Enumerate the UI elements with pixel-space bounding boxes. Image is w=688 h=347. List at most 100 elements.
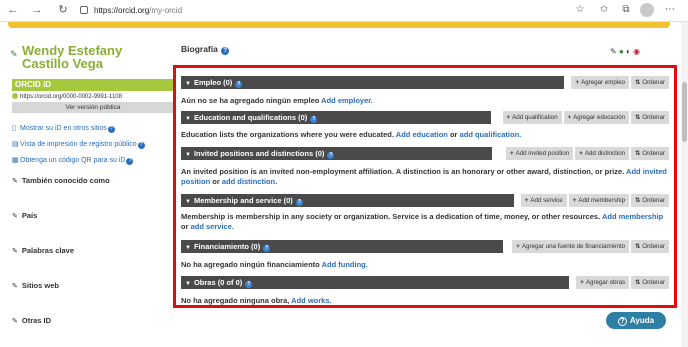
user-name: Wendy Estefany Castillo Vega — [22, 44, 182, 70]
add-membership-link[interactable]: Add membership — [602, 212, 663, 221]
device-icon: ▯ — [12, 125, 16, 132]
visibility-limited-icon[interactable]: ◐ — [626, 47, 631, 56]
help-icon[interactable]: ? — [107, 126, 115, 133]
qr-code-link[interactable]: ▦Obtenga un código QR para su iD? — [12, 156, 174, 165]
forward-arrow-icon[interactable]: → — [30, 3, 44, 17]
print-icon: ▤ — [12, 141, 19, 148]
help-icon[interactable]: ? — [126, 158, 134, 165]
section-title: Education and qualifications (0) — [193, 113, 308, 122]
add-qualification-button[interactable]: + Add qualification — [502, 111, 562, 124]
sidebar-section-websites[interactable]: ✎ Sitios web — [12, 281, 174, 290]
url-path: /my-orcid — [149, 6, 183, 15]
section-label: Sitios web — [21, 281, 59, 290]
add-employer-link[interactable]: Add employer. — [321, 96, 373, 105]
add-education-link[interactable]: Add education — [396, 130, 448, 139]
sort-button[interactable]: ⇅ Ordenar — [631, 111, 669, 124]
back-arrow-icon[interactable]: ← — [6, 3, 20, 17]
section-actions: + Add invited position + Add distinction ⇅… — [504, 147, 669, 160]
caret-down-icon[interactable]: ▼ — [185, 196, 191, 209]
orcid-id-header: ORCID iD — [12, 79, 174, 91]
section-label: También conocido como — [21, 176, 110, 185]
edit-pencil-icon[interactable]: ✎ — [610, 47, 617, 56]
caret-down-icon[interactable]: ▼ — [185, 113, 191, 126]
show-id-other-sites-link[interactable]: ▯ Mostrar su iD en otros sitios? — [12, 124, 174, 133]
question-icon: ? — [617, 317, 627, 326]
pencil-icon[interactable]: ✎ — [12, 283, 18, 290]
help-icon[interactable]: ? — [263, 245, 271, 252]
sort-icon: ⇅ — [635, 279, 641, 286]
section-description: No ha agregado ninguna obra, Add works. — [181, 296, 669, 306]
pencil-icon[interactable]: ✎ — [12, 178, 18, 185]
scrollbar-thumb[interactable] — [682, 82, 687, 142]
print-view-link[interactable]: ▤Vista de impresión de registro público? — [12, 140, 174, 149]
reload-icon[interactable]: ↻ — [56, 3, 70, 17]
bio-title-text: Biografía — [181, 44, 218, 54]
add-service-button[interactable]: + Add service — [520, 194, 567, 207]
add-employment-button[interactable]: + Agregar empleo — [571, 76, 630, 89]
caret-down-icon[interactable]: ▼ — [185, 78, 191, 91]
action-label: Ordenar — [642, 197, 665, 204]
help-icon[interactable]: ? — [235, 81, 243, 88]
add-membership-button[interactable]: + Add membership — [568, 194, 630, 207]
section-title: Membership and service (0) — [193, 196, 293, 205]
caret-down-icon[interactable]: ▼ — [185, 149, 191, 162]
help-icon[interactable]: ? — [310, 116, 318, 123]
more-menu-icon[interactable]: ⋯ — [664, 4, 676, 16]
star-icon[interactable]: ☆ — [574, 4, 586, 16]
help-icon[interactable]: ? — [295, 199, 303, 206]
visibility-public-icon[interactable]: ● — [619, 47, 624, 56]
scrollbar[interactable] — [681, 22, 688, 347]
desc-text: No ha agregado ninguna obra, — [181, 296, 290, 305]
collections-icon[interactable]: ⧉ — [620, 4, 632, 16]
orcid-url[interactable]: https://orcid.org/0000-0002-9991-1108 — [12, 93, 174, 100]
sort-button[interactable]: ⇅ Ordenar — [631, 76, 669, 89]
sort-button[interactable]: ⇅ Ordenar — [631, 276, 669, 289]
section-header[interactable]: ▼ Financiamiento (0) ? — [181, 240, 503, 253]
section-header[interactable]: ▼ Obras (0 of 0) ? — [181, 276, 569, 289]
help-icon[interactable]: ? — [137, 142, 145, 149]
action-label: Add distinction — [584, 150, 626, 157]
pencil-icon[interactable]: ✎ — [12, 213, 18, 220]
edit-name-pencil-icon[interactable]: ✎ — [10, 49, 18, 60]
add-funding-link[interactable]: Add funding. — [322, 260, 368, 269]
section-header[interactable]: ▼ Membership and service (0) ? — [181, 194, 514, 207]
add-education-button[interactable]: + Agregar educación — [563, 111, 630, 124]
add-works-button[interactable]: + Agregar obras — [576, 276, 630, 289]
add-invited-position-button[interactable]: + Add invited position — [505, 147, 574, 160]
avatar[interactable] — [640, 3, 654, 17]
section-header[interactable]: ▼ Invited positions and distinctions (0) … — [181, 147, 492, 160]
visibility-private-icon[interactable]: ◉ — [633, 47, 640, 56]
qr-code-label: Obtenga un código QR para su iD — [20, 157, 126, 164]
caret-down-icon[interactable]: ▼ — [185, 278, 191, 291]
sidebar-section-country[interactable]: ✎ País — [12, 211, 174, 220]
section-header[interactable]: ▼ Empleo (0) ? — [181, 76, 564, 89]
pencil-icon[interactable]: ✎ — [12, 318, 18, 325]
add-service-link[interactable]: add service. — [191, 222, 234, 231]
action-label: Ordenar — [642, 279, 665, 286]
section-title: Empleo (0) — [193, 78, 233, 87]
sidebar-section-keywords[interactable]: ✎ Palabras clave — [12, 246, 174, 255]
help-icon[interactable]: ? — [245, 281, 253, 288]
caret-down-icon[interactable]: ▼ — [185, 242, 191, 255]
address-bar[interactable]: https://orcid.org/my-orcid — [80, 3, 660, 18]
sidebar-section-also-known-as[interactable]: ✎ También conocido como — [12, 176, 174, 185]
add-distinction-link[interactable]: add distinction. — [222, 177, 277, 186]
help-icon[interactable]: ? — [327, 152, 335, 159]
section-title: Financiamiento (0) — [193, 242, 261, 251]
add-works-link[interactable]: Add works. — [291, 296, 331, 305]
help-button[interactable]: ? Ayuda — [606, 312, 666, 329]
favorites-icon[interactable]: ✩ — [598, 4, 610, 16]
sidebar-section-other-ids[interactable]: ✎ Otras ID — [12, 316, 174, 325]
sort-button[interactable]: ⇅ Ordenar — [631, 194, 669, 207]
bio-toolbar: ✎ ● ◐ ◉ — [610, 47, 640, 56]
add-funding-source-button[interactable]: + Agregar una fuente de financiamiento — [512, 240, 630, 253]
section-header[interactable]: ▼ Education and qualifications (0) ? — [181, 111, 491, 124]
sort-button[interactable]: ⇅ Ordenar — [631, 240, 669, 253]
add-distinction-button[interactable]: + Add distinction — [575, 147, 630, 160]
public-version-button[interactable]: Ver versión pública — [12, 102, 174, 113]
sort-button[interactable]: ⇅ Ordenar — [631, 147, 669, 160]
help-icon[interactable]: ? — [221, 47, 230, 55]
add-qualification-link[interactable]: add qualification. — [460, 130, 522, 139]
pencil-icon[interactable]: ✎ — [12, 248, 18, 255]
section-actions: + Agregar una fuente de financiamiento ⇅ O… — [510, 240, 669, 253]
